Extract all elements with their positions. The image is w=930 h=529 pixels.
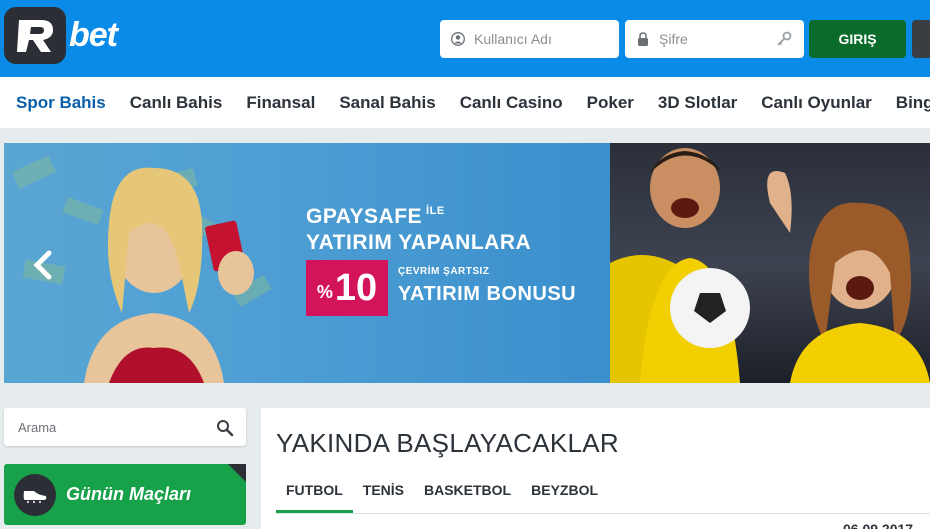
tab-basketbol[interactable]: BASKETBOL [414,481,521,513]
login-button[interactable]: GIRIŞ [809,20,906,58]
tab-beyzbol[interactable]: BEYZBOL [521,481,608,513]
key-icon[interactable] [776,31,792,50]
todays-matches-button[interactable]: Günün Maçları [4,464,246,525]
nav-item-poker[interactable]: Poker [587,93,634,113]
logo-mark [4,7,66,64]
nav-item-canli-oyunlar[interactable]: Canlı Oyunlar [761,93,872,113]
nav-item-sanal-bahis[interactable]: Sanal Bahis [339,93,435,113]
register-button[interactable] [912,20,930,58]
promo-bonus: YATIRIM BONUSU [398,283,577,305]
username-placeholder: Kullanıcı Adı [474,31,552,47]
promo-percent-value: 10 [334,266,378,309]
tab-futbol[interactable]: FUTBOL [276,481,353,513]
chevron-left-icon[interactable] [32,250,54,285]
promo-slide-next [610,143,930,383]
lock-icon [635,31,651,47]
corner-decoration [228,464,246,482]
password-placeholder: Şifre [659,31,688,47]
football-boot-icon [14,473,56,516]
todays-matches-label: Günün Maçları [66,484,192,504]
promo-percent-badge: % 10 [306,260,388,316]
promo-line1-suffix: İLE [426,205,445,217]
search-placeholder: Arama [18,419,57,435]
match-date: 06.09.2017 [843,521,914,529]
tab-tenis[interactable]: TENİS [353,481,414,513]
site-header: bet Kullanıcı Adı Şifre GIRIŞ [0,0,930,77]
fans-illustration [610,148,930,383]
sport-tabs: FUTBOL TENİS BASKETBOL BEYZBOL [276,481,608,513]
username-field[interactable]: Kullanıcı Adı [440,20,619,58]
nav-item-bingo[interactable]: Bingo [896,93,930,113]
promo-line2: YATIRIM YAPANLARA [306,231,532,254]
logo-text: bet [69,16,118,54]
promo-subline: ÇEVRİM ŞARTSIZ [398,266,490,277]
password-field[interactable]: Şifre [625,20,804,58]
site-logo[interactable]: bet [4,7,118,64]
promo-percent-sign: % [316,281,333,302]
user-icon [450,31,466,47]
panel-title: YAKINDA BAŞLAYACAKLAR [276,428,619,458]
promo-title: GPAYSAFE İLE [306,205,445,229]
promo-banner[interactable]: GPAYSAFE İLE YATIRIM YAPANLARA % 10 ÇEVRİ… [4,143,930,383]
promo-line1: GPAYSAFE [306,205,423,228]
nav-item-canli-bahis[interactable]: Canlı Bahis [130,93,223,113]
nav-item-canli-casino[interactable]: Canlı Casino [460,93,563,113]
tabs-divider [276,513,930,514]
search-input[interactable]: Arama [4,408,246,446]
nav-item-3d-slotlar[interactable]: 3D Slotlar [658,93,737,113]
nav-item-spor-bahis[interactable]: Spor Bahis [16,93,106,113]
search-icon[interactable] [216,419,234,440]
main-nav: Spor Bahis Canlı Bahis Finansal Sanal Ba… [0,77,930,128]
nav-item-finansal[interactable]: Finansal [246,93,315,113]
upcoming-matches-panel: YAKINDA BAŞLAYACAKLAR FUTBOL TENİS BASKE… [261,408,930,529]
promo-slide: GPAYSAFE İLE YATIRIM YAPANLARA % 10 ÇEVRİ… [4,143,610,383]
